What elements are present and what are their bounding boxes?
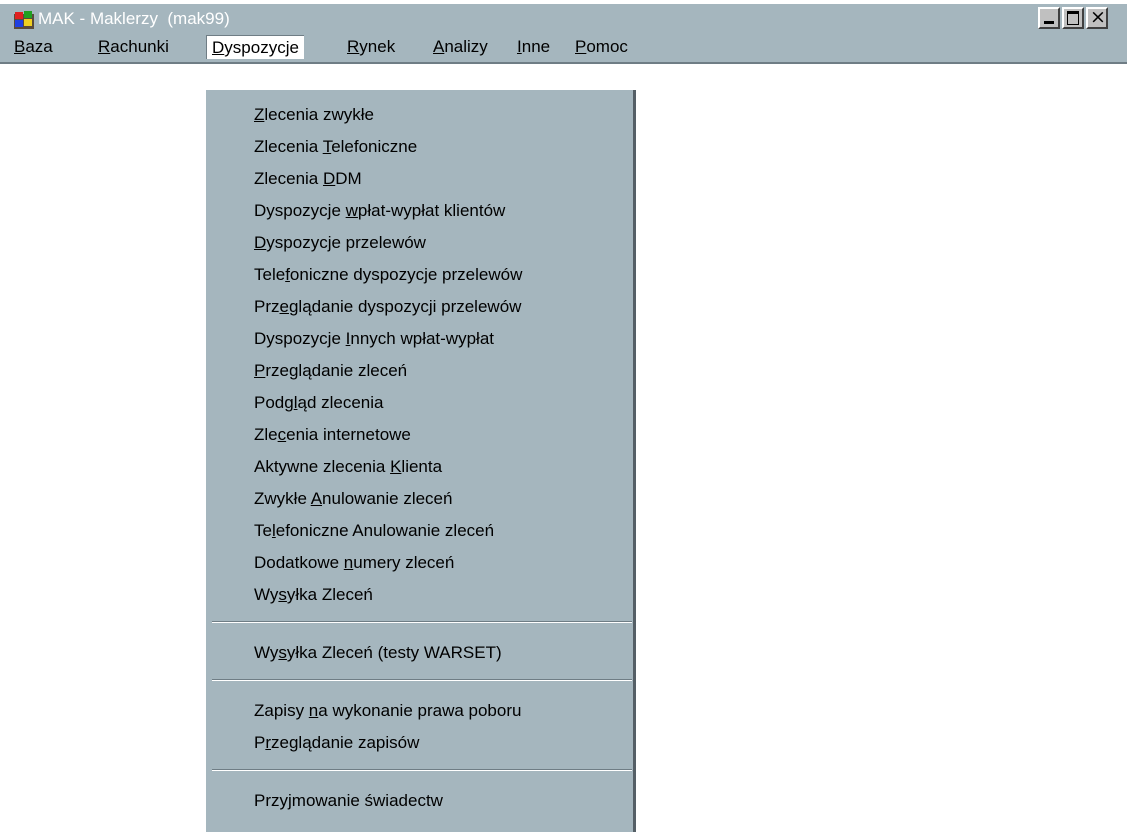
menu-item-telefoniczne-dyspozycje-przelewow[interactable]: Telefoniczne dyspozycje przelewów [254,261,522,289]
menu-rynek[interactable]: Rynek [342,35,400,59]
menu-item-aktywne-zlecenia-klienta[interactable]: Aktywne zlecenia Klienta [254,453,442,481]
menu-inne[interactable]: Inne [512,35,555,59]
title-bar[interactable]: MAK - Maklerzy (mak99) × [0,0,1127,32]
menu-item-podglad-zlecenia[interactable]: Podgląd zlecenia [254,389,384,417]
menu-analizy[interactable]: Analizy [428,35,493,59]
menu-bar: Baza Rachunki Dyspozycje Rynek Analizy I… [0,32,1127,62]
menu-bar-border [0,62,1127,64]
menu-item-zapisy-prawa-poboru[interactable]: Zapisy na wykonanie prawa poboru [254,697,521,725]
menu-separator [212,769,632,771]
menu-item-zlecenia-telefoniczne[interactable]: Zlecenia Telefoniczne [254,133,417,161]
menu-separator [212,621,632,623]
menu-item-dyspozycje-przelewow[interactable]: Dyspozycje przelewów [254,229,426,257]
window-title: MAK - Maklerzy (mak99) [38,9,230,28]
windows-flag-icon[interactable] [14,9,34,29]
menu-separator [212,679,632,681]
menu-baza[interactable]: Baza [9,35,58,59]
close-button[interactable]: × [1086,7,1108,29]
menu-item-telefoniczne-anulowanie[interactable]: Telefoniczne Anulowanie zleceń [254,517,494,545]
menu-item-przegladanie-zapisow[interactable]: Przeglądanie zapisów [254,729,419,757]
dyspozycje-dropdown: Zlecenia zwykłe Zlecenia Telefoniczne Zl… [204,90,636,832]
menu-item-zlecenia-internetowe[interactable]: Zlecenia internetowe [254,421,411,449]
menu-item-wysylka-zlecen-warset[interactable]: Wysyłka Zleceń (testy WARSET) [254,639,502,667]
maximize-button[interactable] [1062,7,1084,29]
menu-item-zwykle-anulowanie[interactable]: Zwykłe Anulowanie zleceń [254,485,452,513]
menu-item-przyjmowanie-swiadectw[interactable]: Przyjmowanie świadectw [254,787,443,815]
menu-dyspozycje[interactable]: Dyspozycje [206,35,304,59]
close-icon: × [1090,6,1106,28]
menu-pomoc[interactable]: Pomoc [570,35,633,59]
menu-item-zlecenia-ddm[interactable]: Zlecenia DDM [254,165,362,193]
menu-item-dodatkowe-numery[interactable]: Dodatkowe numery zleceń [254,549,454,577]
menu-item-dyspozycje-innych[interactable]: Dyspozycje Innych wpłat-wypłat [254,325,494,353]
menu-item-zlecenia-zwykle[interactable]: Zlecenia zwykłe [254,101,374,129]
menu-rachunki[interactable]: Rachunki [93,35,174,59]
minimize-button[interactable] [1038,7,1060,29]
menu-item-dyspozycje-wplat-wyplat[interactable]: Dyspozycje wpłat-wypłat klientów [254,197,505,225]
menu-item-wysylka-zlecen[interactable]: Wysyłka Zleceń [254,581,373,609]
menu-item-przegladanie-zlecen[interactable]: Przeglądanie zleceń [254,357,407,385]
menu-item-przegladanie-dyspozycji[interactable]: Przeglądanie dyspozycji przelewów [254,293,521,321]
